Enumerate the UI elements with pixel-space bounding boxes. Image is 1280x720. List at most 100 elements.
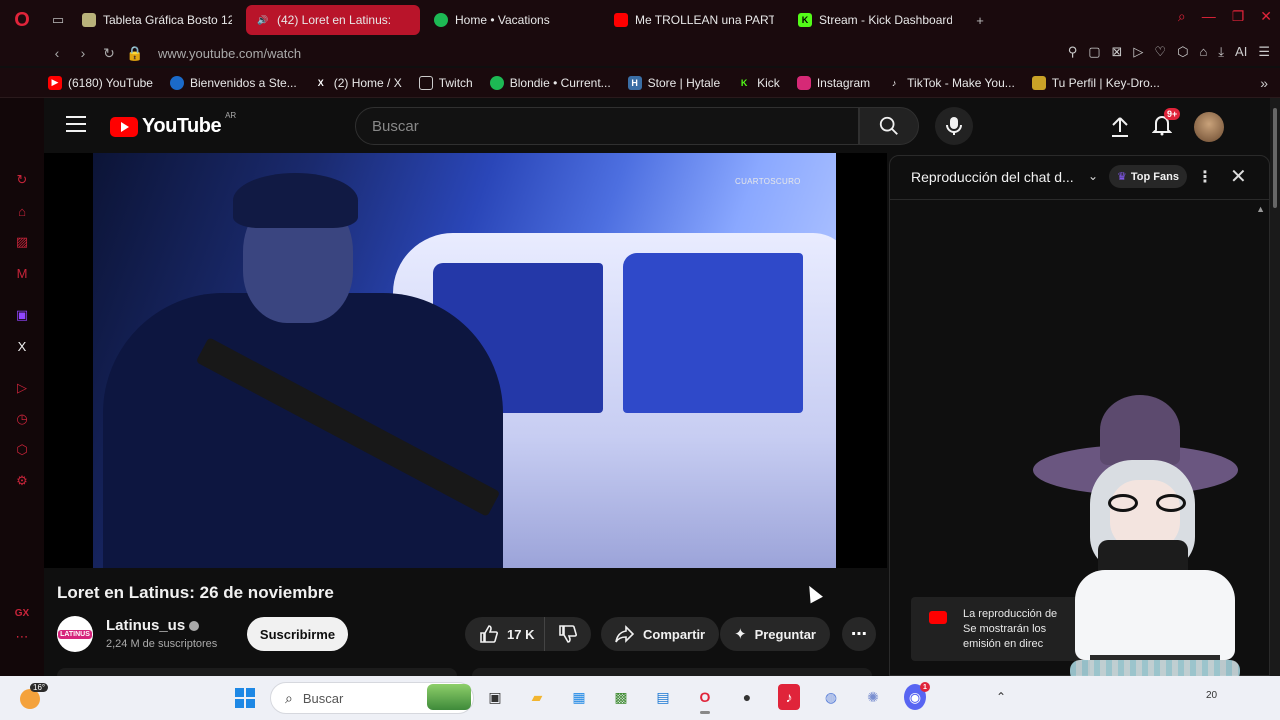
speaker-icon: 🔊 bbox=[257, 14, 269, 25]
video-officer-shape bbox=[103, 293, 503, 568]
more-actions-icon[interactable]: ⋯ bbox=[842, 617, 876, 651]
tab-manager-icon[interactable]: ▭ bbox=[44, 6, 72, 34]
windows-start-icon[interactable] bbox=[235, 688, 255, 708]
verified-check-icon bbox=[189, 621, 200, 632]
clock-icon[interactable]: ◷ bbox=[12, 409, 32, 429]
ask-button[interactable]: ✦ Preguntar bbox=[720, 617, 830, 651]
taskbar-clock[interactable]: 20 bbox=[1206, 690, 1217, 701]
download-icon[interactable]: ⤓ bbox=[1218, 44, 1224, 60]
aria-ai-button[interactable]: AI bbox=[1235, 44, 1247, 60]
minimize-icon[interactable]: — bbox=[1202, 8, 1216, 25]
wallet-icon[interactable]: ⌂ bbox=[1199, 44, 1207, 60]
search-highlight-image[interactable] bbox=[427, 684, 471, 710]
back-icon[interactable]: ‹ bbox=[44, 45, 70, 61]
x-sidebar-icon[interactable]: X bbox=[12, 336, 32, 356]
minecraft-icon[interactable]: ▩ bbox=[610, 684, 632, 710]
search-input[interactable] bbox=[372, 117, 858, 135]
tab-tableta[interactable]: Tableta Gráfica Bosto 12 bbox=[72, 5, 242, 35]
address-bar-tools: ⚲ ▢ ⊠ ▷ ♡ ⬡ ⌂ ⤓ AI ☰ bbox=[1068, 44, 1270, 60]
like-button[interactable]: 17 K bbox=[465, 617, 545, 651]
bookmark-keydrop[interactable]: Tu Perfil | Key-Dro... bbox=[1031, 75, 1160, 90]
browser-tabbar: O ▭ Tableta Gráfica Bosto 12 🔊 (42) Lore… bbox=[0, 0, 1280, 40]
tab-kick-dashboard[interactable]: K Stream - Kick Dashboard bbox=[788, 5, 962, 35]
share-button[interactable]: Compartir bbox=[601, 617, 720, 651]
new-tab-button[interactable]: + bbox=[966, 6, 994, 34]
url-field[interactable]: www.youtube.com/watch bbox=[158, 46, 301, 61]
dislike-button[interactable] bbox=[545, 617, 591, 651]
youtube-favicon-icon bbox=[614, 13, 628, 27]
twitch-sidebar-icon[interactable]: ▣ bbox=[12, 305, 32, 325]
bookmark-steam[interactable]: Bienvenidos a Ste... bbox=[169, 75, 297, 90]
messenger-icon[interactable]: M bbox=[12, 263, 32, 283]
player-sidebar-icon[interactable]: ▷ bbox=[12, 378, 32, 398]
opera-gx-taskbar-icon[interactable]: O bbox=[694, 684, 716, 714]
description-box[interactable] bbox=[57, 668, 457, 676]
search-tabs-icon[interactable]: ⌕ bbox=[1178, 8, 1186, 25]
notifications-button[interactable]: 9+ bbox=[1151, 107, 1181, 141]
extensions-sidebar-icon[interactable]: ⬡ bbox=[12, 440, 32, 460]
app-globe-icon[interactable]: ◍ bbox=[820, 684, 842, 710]
tiktok-live-icon[interactable]: ♪ bbox=[778, 684, 800, 710]
tray-overflow-icon[interactable]: ⌃ bbox=[996, 690, 1006, 704]
tab-loret-active[interactable]: 🔊 (42) Loret en Latinus: bbox=[246, 5, 420, 35]
bookmark-youtube[interactable]: ▶ (6180) YouTube bbox=[48, 75, 153, 90]
upload-icon[interactable] bbox=[1110, 116, 1130, 138]
page-scrollbar[interactable] bbox=[1270, 98, 1280, 676]
easy-setup-icon[interactable]: ☰ bbox=[1258, 44, 1270, 60]
steam-icon bbox=[169, 75, 184, 90]
task-view-icon[interactable]: ▣ bbox=[484, 684, 506, 710]
discord-icon[interactable]: ◉ 1 bbox=[904, 682, 930, 710]
search-button[interactable] bbox=[859, 107, 919, 145]
history-refresh-icon[interactable]: ↻ bbox=[12, 170, 32, 190]
close-window-icon[interactable]: ✕ bbox=[1260, 8, 1272, 25]
voice-search-button[interactable] bbox=[935, 107, 973, 145]
close-icon[interactable]: ✕ bbox=[1230, 164, 1247, 189]
settings-icon[interactable]: ⚙ bbox=[12, 471, 32, 491]
channel-name[interactable]: Latinus_us bbox=[106, 617, 200, 634]
opera-logo-icon[interactable]: O bbox=[0, 0, 44, 40]
related-box[interactable] bbox=[472, 668, 872, 676]
bookmark-x[interactable]: X (2) Home / X bbox=[314, 76, 402, 90]
shop-icon[interactable]: ⌂ bbox=[12, 201, 32, 221]
top-fans-button[interactable]: ♛ Top Fans bbox=[1109, 165, 1187, 188]
bookmark-heart-icon[interactable]: ♡ bbox=[1154, 44, 1166, 60]
maximize-icon[interactable]: ❐ bbox=[1232, 8, 1245, 25]
extensions-icon[interactable]: ⬡ bbox=[1177, 44, 1188, 60]
pin-icon[interactable]: ⚲ bbox=[1068, 44, 1078, 60]
bookmark-tiktok[interactable]: ♪ TikTok - Make You... bbox=[887, 76, 1015, 90]
weather-widget[interactable]: 16° bbox=[20, 683, 49, 709]
app-network-icon[interactable]: ✺ bbox=[862, 684, 884, 710]
file-explorer-icon[interactable]: ▰ bbox=[526, 684, 548, 710]
hamburger-menu-icon[interactable] bbox=[66, 116, 86, 132]
adblock-icon[interactable]: ⊠ bbox=[1112, 44, 1123, 60]
tab-youtube-troll[interactable]: Me TROLLEAN una PARTI bbox=[604, 5, 784, 35]
chat-menu-icon[interactable]: ⋮ bbox=[1197, 167, 1213, 187]
obs-icon[interactable]: ● bbox=[736, 684, 758, 710]
player-icon[interactable]: ▷ bbox=[1133, 44, 1143, 60]
bookmark-instagram[interactable]: Instagram bbox=[796, 75, 870, 90]
image-icon[interactable]: ▨ bbox=[12, 232, 32, 252]
channel-avatar[interactable]: LATINUS bbox=[57, 616, 93, 652]
chat-title[interactable]: Reproducción del chat d... bbox=[911, 169, 1074, 185]
bookmarks-overflow-icon[interactable]: » bbox=[1260, 75, 1268, 91]
chevron-down-icon[interactable]: ⌄ bbox=[1088, 169, 1098, 183]
bookmark-hytale[interactable]: H Store | Hytale bbox=[627, 75, 720, 90]
user-avatar[interactable] bbox=[1194, 112, 1224, 142]
sidebar-more-icon[interactable]: ⋯ bbox=[12, 627, 32, 647]
bookmark-spotify[interactable]: Blondie • Current... bbox=[489, 75, 611, 90]
tab-spotify[interactable]: Home • Vacations bbox=[424, 5, 600, 35]
photos-icon[interactable]: ▤ bbox=[652, 684, 674, 710]
bookmark-kick[interactable]: K Kick bbox=[737, 76, 780, 90]
tiktok-icon: ♪ bbox=[891, 77, 897, 88]
bookmark-twitch[interactable]: Twitch bbox=[418, 75, 473, 90]
scrollbar-thumb[interactable] bbox=[1273, 108, 1277, 208]
reload-icon[interactable]: ↻ bbox=[96, 45, 122, 62]
subscribe-button[interactable]: Suscribirme bbox=[247, 617, 348, 651]
chat-scroll-up-icon[interactable]: ▲ bbox=[1256, 204, 1265, 214]
forward-icon[interactable]: › bbox=[70, 45, 96, 61]
snapshot-icon[interactable]: ▢ bbox=[1088, 44, 1100, 60]
microsoft-store-icon[interactable]: ▦ bbox=[568, 684, 590, 710]
video-player[interactable]: CUARTOSCURO bbox=[44, 153, 887, 568]
youtube-logo[interactable]: YouTube AR bbox=[110, 111, 236, 138]
gx-icon[interactable]: GX bbox=[12, 603, 32, 623]
